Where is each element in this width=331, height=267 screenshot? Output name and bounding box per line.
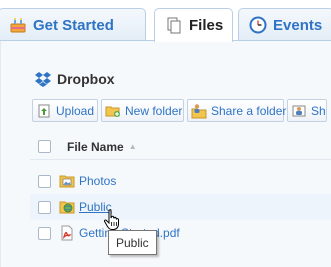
file-name-column-header[interactable]: File Name [67, 140, 124, 154]
share-folder-label: Share a folder [211, 103, 287, 118]
new-folder-label: New folder [125, 103, 183, 118]
tab-label: Events [273, 16, 323, 34]
file-name-link[interactable]: Photos [79, 174, 116, 188]
toolbar: Upload New folder Share a folder Sh [32, 99, 330, 123]
file-row[interactable]: Getting Started.pdf [30, 220, 331, 246]
file-row[interactable]: Photos [30, 168, 331, 194]
file-row[interactable]: Public [30, 194, 331, 220]
tab-bar: Get Started Files Events [0, 0, 331, 42]
cake-icon [10, 18, 26, 33]
tab-label: Get Started [33, 16, 114, 34]
share-folder-button[interactable]: Share a folder [187, 99, 287, 122]
tab-label: Files [189, 17, 224, 34]
row-checkbox[interactable] [38, 226, 51, 240]
pdf-icon [61, 225, 73, 241]
tooltip: Public [108, 230, 157, 255]
hand-cursor-icon [103, 209, 119, 230]
files-icon [167, 17, 181, 33]
new-folder-button[interactable]: New folder [101, 99, 184, 122]
select-all-checkbox[interactable] [38, 140, 51, 153]
share-link-icon [292, 105, 306, 116]
upload-icon [38, 104, 50, 117]
upload-button[interactable]: Upload [32, 99, 98, 122]
new-folder-icon [105, 106, 120, 117]
share-button-partial[interactable]: Sh [287, 99, 327, 122]
file-list-header: File Name ▲ [30, 134, 331, 160]
dropbox-logo-icon [35, 72, 51, 87]
row-checkbox[interactable] [38, 174, 51, 188]
sort-arrow-icon[interactable]: ▲ [129, 142, 137, 151]
tooltip-text: Public [116, 235, 149, 250]
share-partial-label: Sh [311, 103, 326, 118]
tab-files[interactable]: Files [154, 8, 233, 42]
upload-label: Upload [56, 103, 95, 118]
tab-events[interactable]: Events [238, 8, 331, 41]
page-title-text: Dropbox [57, 71, 115, 87]
photo-folder-icon [59, 175, 75, 188]
page-title: Dropbox [35, 70, 115, 88]
row-checkbox[interactable] [38, 200, 51, 214]
tab-get-started[interactable]: Get Started [0, 8, 146, 41]
public-folder-icon [59, 201, 75, 214]
clock-icon [249, 16, 267, 34]
share-folder-icon [191, 103, 207, 118]
